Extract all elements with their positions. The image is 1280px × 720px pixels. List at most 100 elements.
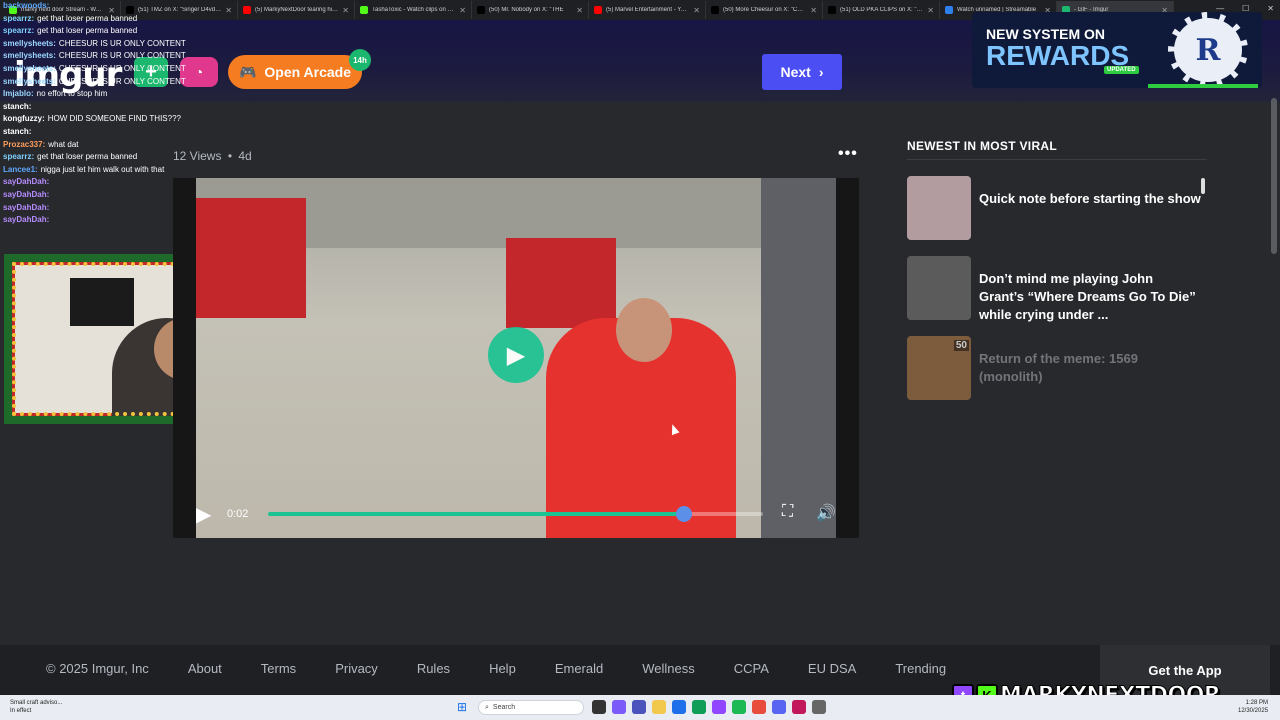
post-thumbnail[interactable] — [907, 176, 971, 240]
tab-close-icon[interactable]: ✕ — [810, 6, 817, 15]
play-icon[interactable]: ▶ — [196, 502, 211, 527]
chat-text: HOW DID SOMEONE FIND THIS??? — [47, 114, 181, 124]
file-explorer-icon[interactable] — [652, 700, 666, 714]
windows-start-icon[interactable]: ⊞ — [457, 700, 467, 714]
chat-message: sayDahDah: — [0, 202, 196, 215]
sidebar-post-3[interactable]: 50 Return of the meme: 1569 (monolith) — [907, 336, 1207, 402]
chat-message: Lancee1: nigga just let him walk out with… — [0, 164, 196, 177]
browser-tab[interactable]: (50) More Cheesur on X: "Chees ✕ — [706, 1, 823, 19]
sidebar-post-1[interactable]: Quick note before starting the show — [907, 176, 1207, 242]
chat-message: smellysheets: CHEESUR IS UR ONLY CONTENT — [0, 76, 196, 89]
volume-icon[interactable]: 🔊 — [816, 503, 836, 523]
next-label: Next — [780, 64, 811, 80]
chat-text: CHEESUR IS UR ONLY CONTENT — [58, 63, 186, 73]
search-icon: ⌕ — [485, 703, 489, 711]
chat-message: spearrz: get that loser perma banned — [0, 13, 196, 26]
footer-link[interactable]: CCPA — [734, 661, 769, 676]
video-play-icon[interactable]: ▶ — [488, 327, 544, 383]
chat-message: Imjablo: no effort to stop him — [0, 88, 196, 101]
browser-tab[interactable]: (5) MarkyNextDoor tearing his A ✕ — [238, 1, 355, 19]
spotify-icon[interactable] — [732, 700, 746, 714]
sidebar-post-2[interactable]: Don’t mind me playing John Grant’s “Wher… — [907, 256, 1207, 322]
footer-link[interactable]: Privacy — [335, 661, 378, 676]
chat-message: spearrz: get that loser perma banned — [0, 151, 196, 164]
footer-link[interactable]: Emerald — [555, 661, 603, 676]
tab-close-icon[interactable]: ✕ — [693, 6, 700, 15]
clock-date: 12/30/2025 — [1238, 708, 1269, 714]
taskbar-apps — [592, 700, 826, 714]
chat-text: get that loser perma banned — [37, 152, 138, 162]
notification-subtitle: In effect — [10, 708, 32, 714]
next-post-button[interactable]: Next › — [762, 54, 842, 90]
footer-link[interactable]: Rules — [417, 661, 450, 676]
fullscreen-icon[interactable]: ⛶ — [782, 503, 793, 521]
close-window-icon[interactable]: ✕ — [1267, 4, 1274, 13]
tab-label: (5) MarkyNextDoor tearing his A — [255, 7, 339, 13]
chat-message: sayDahDah: — [0, 189, 196, 202]
sidebar-divider — [907, 159, 1207, 160]
footer-link[interactable]: Trending — [895, 661, 946, 676]
post-title[interactable]: Quick note before starting the show — [979, 190, 1201, 208]
tab-close-icon[interactable]: ✕ — [342, 6, 349, 15]
tab-close-icon[interactable]: ✕ — [927, 6, 934, 15]
chat-username: stanch: — [3, 126, 32, 136]
chat-username: sayDahDah: — [3, 177, 50, 187]
chat-text: CHEESUR IS UR ONLY CONTENT — [58, 76, 186, 86]
chat-message: smellysheets: CHEESUR IS UR ONLY CONTENT — [0, 50, 196, 63]
footer-link[interactable]: Terms — [261, 661, 296, 676]
video-player[interactable]: ▶ ▶ 0:02 ⛶ 🔊 — [173, 178, 859, 538]
stream-chat-overlay: backwoods: spearrz: get that loser perma b… — [0, 0, 196, 227]
chat-message: kongfuzzy: HOW DID SOMEONE FIND THIS??? — [0, 113, 196, 126]
copilot-icon[interactable] — [612, 700, 626, 714]
twitch-app-icon[interactable] — [712, 700, 726, 714]
taskview-icon[interactable] — [592, 700, 606, 714]
edge-icon[interactable] — [672, 700, 686, 714]
video-progress-fill — [268, 512, 684, 516]
chat-username: spearrz: — [3, 152, 35, 162]
post-title[interactable]: Don’t mind me playing John Grant’s “Wher… — [979, 270, 1201, 324]
footer-link[interactable]: About — [188, 661, 222, 676]
video-scrubber-handle[interactable] — [675, 506, 692, 522]
sidebar-scroll-indicator[interactable] — [1201, 178, 1205, 194]
post-thumbnail[interactable]: 50 — [907, 336, 971, 400]
post-title[interactable]: Return of the meme: 1569 (monolith) — [979, 350, 1201, 386]
rewards-banner: NEW SYSTEM ON REWARDS UPDATED R — [972, 12, 1262, 88]
tab-favicon-icon — [945, 6, 953, 14]
page-scrollbar[interactable] — [1271, 98, 1277, 254]
tab-close-icon[interactable]: ✕ — [225, 6, 232, 15]
chat-username: spearrz: — [3, 13, 35, 23]
taskbar-clock[interactable]: 1:28 PM 12/30/2025 — [1238, 699, 1268, 715]
chat-username: spearrz: — [3, 26, 35, 36]
chat-username: sayDahDah: — [3, 215, 50, 225]
chat-text: what dat — [48, 139, 79, 149]
obs-icon[interactable] — [792, 700, 806, 714]
tab-close-icon[interactable]: ✕ — [459, 6, 466, 15]
footer-link[interactable]: Wellness — [642, 661, 695, 676]
browser-tab[interactable]: (5) Marvel Entertainment - YouTu ✕ — [589, 1, 706, 19]
more-options-icon[interactable]: ••• — [838, 145, 858, 163]
weather-notification[interactable]: Small craft adviso... In effect — [10, 699, 62, 715]
chat-username: smellysheets: — [3, 51, 56, 61]
footer-link[interactable]: Help — [489, 661, 516, 676]
chrome-icon[interactable] — [752, 700, 766, 714]
teams-icon[interactable] — [632, 700, 646, 714]
discord-icon[interactable] — [772, 700, 786, 714]
open-arcade-button[interactable]: 🎮 Open Arcade — [228, 55, 362, 89]
browser-tab[interactable]: (50) Mr. Nobody on X: "THE ✕ — [472, 1, 589, 19]
browser-tab[interactable]: TashaToxic - Watch clips on Kick ✕ — [355, 1, 472, 19]
chat-text: CHEESUR IS UR ONLY CONTENT — [58, 38, 186, 48]
settings-icon[interactable] — [812, 700, 826, 714]
footer-link[interactable]: EU DSA — [808, 661, 856, 676]
tab-close-icon[interactable]: ✕ — [576, 6, 583, 15]
image-count-badge: 50 — [953, 340, 969, 351]
gamepad-icon: 🎮 — [238, 63, 257, 80]
tab-favicon-icon — [243, 6, 251, 14]
arcade-timer-badge: 14h — [349, 49, 371, 71]
video-progress-track[interactable] — [268, 506, 763, 522]
chat-message: stanch: — [0, 101, 196, 114]
post-thumbnail[interactable] — [907, 256, 971, 320]
browser-icon[interactable] — [692, 700, 706, 714]
chat-text: get that loser perma banned — [37, 13, 138, 23]
browser-tab[interactable]: (51) OLD PKA CLIPS on X: "kk ex ✕ — [823, 1, 940, 19]
taskbar-search[interactable]: ⌕ Search — [478, 700, 584, 715]
